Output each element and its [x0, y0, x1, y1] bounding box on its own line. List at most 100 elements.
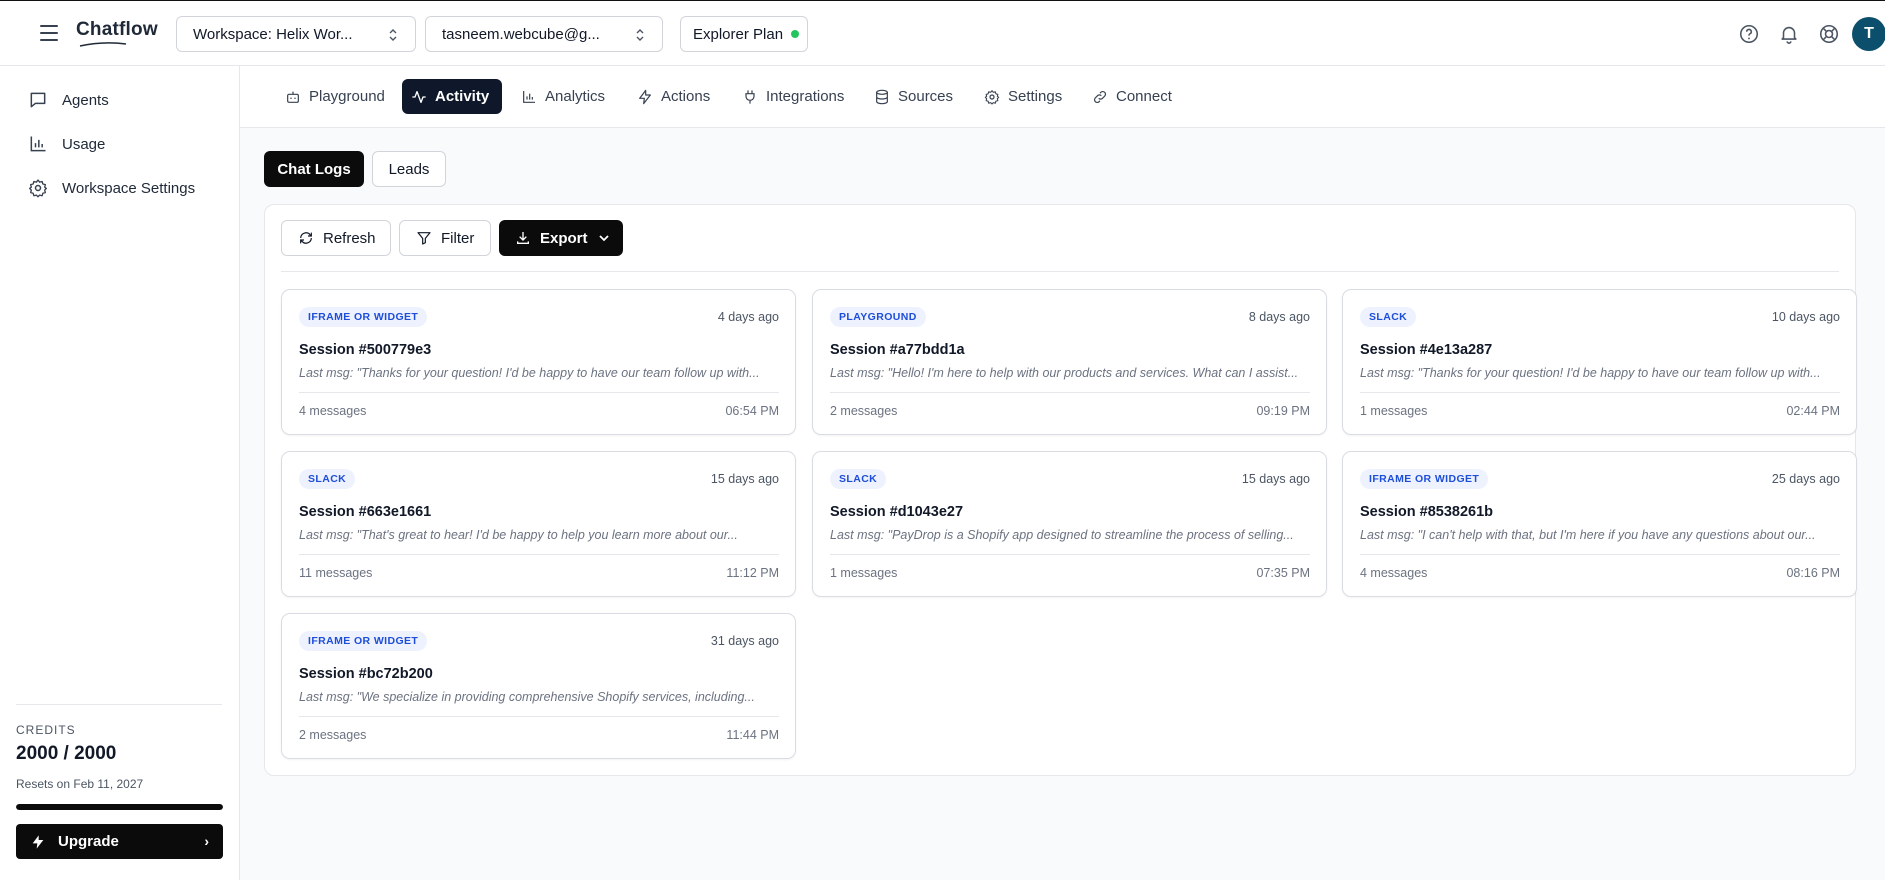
chat-bubble-icon	[30, 92, 46, 108]
filter-label: Filter	[441, 229, 475, 247]
source-badge: SLACK	[1360, 307, 1417, 327]
tab-activity[interactable]: Activity	[402, 79, 502, 114]
main-content: Chat Logs Leads Refresh Filter Export IF…	[240, 128, 1885, 880]
logo-swoosh-icon	[79, 42, 127, 47]
last-message: Last msg: "We specialize in providing co…	[299, 690, 755, 704]
message-count: 2 messages	[299, 728, 367, 742]
subtab-leads[interactable]: Leads	[372, 151, 446, 187]
source-badge: IFRAME OR WIDGET	[299, 307, 428, 327]
session-card[interactable]: PLAYGROUND 8 days ago Session #a77bdd1a …	[812, 289, 1327, 435]
logo: Chatflow	[76, 19, 158, 40]
message-count: 2 messages	[830, 404, 898, 418]
chevron-updown-icon	[389, 29, 397, 41]
last-message: Last msg: "Thanks for your question! I'd…	[299, 366, 760, 380]
source-badge: PLAYGROUND	[830, 307, 926, 327]
help-icon[interactable]	[1738, 23, 1760, 45]
credits-reset-date: Resets on Feb 11, 2027	[16, 777, 144, 791]
plan-badge[interactable]: Explorer Plan	[680, 16, 808, 52]
divider	[299, 716, 779, 717]
account-selector[interactable]: tasneem.webcube@g...	[425, 16, 663, 52]
divider	[299, 554, 779, 555]
session-time: 06:54 PM	[725, 404, 779, 418]
credits-progress-fill	[16, 804, 223, 810]
tab-label: Analytics	[545, 88, 606, 105]
gear-icon	[984, 89, 1000, 105]
divider	[16, 704, 222, 705]
source-badge: SLACK	[299, 469, 356, 489]
session-card[interactable]: IFRAME OR WIDGET 4 days ago Session #500…	[281, 289, 796, 435]
workspace-selector[interactable]: Workspace: Helix Wor...	[176, 16, 416, 52]
session-time: 07:35 PM	[1256, 566, 1310, 580]
source-badge: IFRAME OR WIDGET	[299, 631, 428, 651]
message-count: 1 messages	[1360, 404, 1428, 418]
agent-tabs: Playground Activity Analytics Actions In…	[240, 66, 1885, 128]
top-bar: Chatflow Workspace: Helix Wor... tasneem…	[0, 0, 1885, 66]
export-button[interactable]: Export	[499, 220, 623, 256]
tab-settings[interactable]: Settings	[975, 79, 1071, 114]
session-age: 15 days ago	[710, 472, 779, 486]
tab-playground[interactable]: Playground	[276, 79, 394, 114]
session-card[interactable]: SLACK 15 days ago Session #d1043e27 Last…	[812, 451, 1327, 597]
filter-icon	[417, 232, 431, 245]
credits-progress-bar	[16, 804, 223, 810]
message-count: 1 messages	[830, 566, 898, 580]
plan-label: Explorer Plan	[693, 25, 784, 43]
tab-label: Activity	[435, 88, 490, 105]
chevron-right-icon: ›	[204, 833, 209, 849]
session-age: 25 days ago	[1771, 472, 1840, 486]
tab-actions[interactable]: Actions	[628, 79, 719, 114]
last-message: Last msg: "I can't help with that, but I…	[1360, 528, 1816, 542]
chevron-down-icon	[598, 235, 609, 242]
support-lifebuoy-icon[interactable]	[1818, 23, 1840, 45]
source-badge: IFRAME OR WIDGET	[1360, 469, 1489, 489]
avatar[interactable]: T	[1852, 17, 1885, 51]
divider	[299, 392, 779, 393]
session-time: 02:44 PM	[1786, 404, 1840, 418]
export-label: Export	[540, 229, 588, 247]
session-time: 11:44 PM	[726, 728, 779, 742]
sidebar-item-usage[interactable]: Usage	[28, 132, 105, 156]
last-message: Last msg: "That's great to hear! I'd be …	[299, 528, 738, 542]
refresh-icon	[300, 232, 312, 244]
tab-integrations[interactable]: Integrations	[733, 79, 853, 114]
session-age: 31 days ago	[710, 634, 779, 648]
session-title: Session #8538261b	[1360, 504, 1494, 520]
session-card[interactable]: IFRAME OR WIDGET 31 days ago Session #bc…	[281, 613, 796, 759]
session-title: Session #a77bdd1a	[830, 342, 965, 358]
tab-label: Playground	[309, 88, 385, 105]
tab-connect[interactable]: Connect	[1083, 79, 1181, 114]
sidebar-item-workspace-settings[interactable]: Workspace Settings	[28, 176, 195, 200]
message-count: 4 messages	[299, 404, 367, 418]
tab-sources[interactable]: Sources	[865, 79, 962, 114]
subtab-chat-logs[interactable]: Chat Logs	[264, 151, 364, 187]
download-icon	[517, 232, 529, 244]
filter-button[interactable]: Filter	[399, 220, 491, 256]
bar-chart-icon	[30, 136, 46, 152]
gear-icon	[29, 179, 47, 198]
refresh-label: Refresh	[323, 229, 376, 247]
refresh-button[interactable]: Refresh	[281, 220, 391, 256]
bell-icon[interactable]	[1778, 23, 1800, 45]
chat-logs-panel: Refresh Filter Export IFRAME OR WIDGET 4…	[264, 204, 1857, 776]
bolt-icon	[639, 89, 651, 104]
tab-label: Actions	[661, 88, 711, 105]
upgrade-button[interactable]: Upgrade ›	[16, 824, 223, 859]
upgrade-label: Upgrade	[58, 833, 119, 850]
divider	[1360, 554, 1840, 555]
session-card[interactable]: IFRAME OR WIDGET 25 days ago Session #85…	[1342, 451, 1857, 597]
session-card[interactable]: SLACK 10 days ago Session #4e13a287 Last…	[1342, 289, 1857, 435]
session-age: 10 days ago	[1771, 310, 1840, 324]
tab-analytics[interactable]: Analytics	[512, 79, 614, 114]
sidebar-item-label: Usage	[62, 135, 106, 153]
session-time: 09:19 PM	[1256, 404, 1310, 418]
source-badge: SLACK	[830, 469, 887, 489]
message-count: 11 messages	[299, 566, 373, 580]
session-card[interactable]: SLACK 15 days ago Session #663e1661 Last…	[281, 451, 796, 597]
sidebar-item-agents[interactable]: Agents	[28, 88, 109, 112]
last-message: Last msg: "PayDrop is a Shopify app desi…	[830, 528, 1294, 542]
session-title: Session #4e13a287	[1360, 342, 1493, 358]
menu-icon[interactable]	[40, 25, 58, 41]
last-message: Last msg: "Thanks for your question! I'd…	[1360, 366, 1821, 380]
last-message: Last msg: "Hello! I'm here to help with …	[830, 366, 1299, 380]
tab-label: Connect	[1116, 88, 1172, 105]
